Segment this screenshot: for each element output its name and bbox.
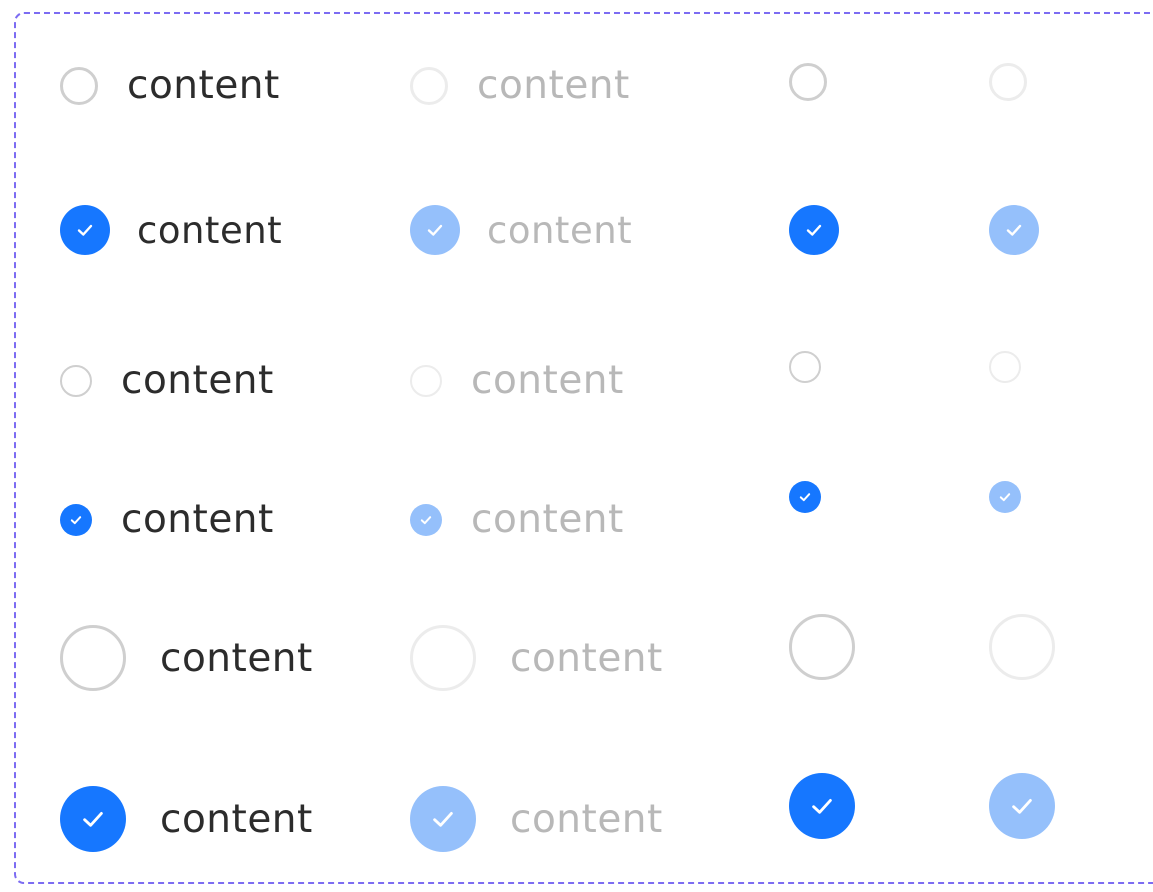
radio-circle [410, 364, 442, 397]
radio-option-xl-unchecked-disabled: content [410, 625, 663, 691]
radio-label: content [510, 796, 663, 842]
radio-option-lg-checked[interactable]: content [60, 205, 282, 255]
radio-circle [410, 66, 448, 105]
check-icon [1012, 799, 1032, 814]
radio-md-unchecked-disabled [989, 63, 1027, 101]
radio-circle [989, 614, 1055, 680]
check-icon [77, 224, 93, 236]
check-icon [806, 224, 822, 236]
radio-circle [410, 205, 460, 255]
radio-circle[interactable] [789, 351, 821, 383]
radio-xl-checked-disabled [989, 773, 1055, 839]
radio-circle[interactable] [60, 503, 92, 536]
radio-xl-checked[interactable] [789, 773, 855, 839]
radio-xl-unchecked[interactable] [789, 614, 855, 680]
radio-label: content [137, 208, 283, 252]
radio-circle [989, 351, 1021, 383]
radio-label: content [160, 796, 313, 842]
radio-circle[interactable] [60, 205, 110, 255]
radio-label: content [471, 497, 624, 542]
radio-circle[interactable] [789, 481, 821, 513]
component-frame [14, 12, 1153, 884]
radio-label: content [510, 635, 663, 681]
radio-lg-checked[interactable] [789, 205, 839, 255]
radio-label: content [160, 635, 313, 681]
radio-circle[interactable] [789, 773, 855, 839]
radio-label: content [487, 208, 633, 252]
radio-circle [989, 773, 1055, 839]
radio-circle [989, 481, 1021, 513]
radio-sm-checked-disabled [989, 481, 1021, 513]
radio-circle[interactable] [789, 63, 827, 101]
radio-option-sm-unchecked[interactable]: content [60, 358, 274, 403]
radio-label: content [477, 63, 630, 108]
radio-circle [989, 205, 1039, 255]
check-icon [433, 812, 453, 827]
radio-label: content [471, 358, 624, 403]
check-icon [999, 493, 1011, 502]
check-icon [70, 515, 82, 524]
radio-circle [410, 786, 476, 852]
check-icon [812, 799, 832, 814]
radio-circle[interactable] [60, 364, 92, 397]
radio-circle[interactable] [789, 614, 855, 680]
radio-label: content [121, 497, 274, 542]
check-icon [799, 493, 811, 502]
radio-circle [989, 63, 1027, 101]
radio-option-sm-checked[interactable]: content [60, 497, 274, 542]
radio-option-md-unchecked[interactable]: content [60, 63, 280, 108]
check-icon [83, 812, 103, 827]
radio-sm-unchecked[interactable] [789, 351, 821, 383]
radio-lg-checked-disabled [989, 205, 1039, 255]
radio-md-unchecked[interactable] [789, 63, 827, 101]
radio-option-sm-unchecked-disabled: content [410, 358, 624, 403]
radio-circle[interactable] [789, 205, 839, 255]
radio-circle [410, 503, 442, 536]
radio-circle [410, 625, 476, 691]
check-icon [1006, 224, 1022, 236]
radio-option-md-unchecked-disabled: content [410, 63, 630, 108]
radio-option-sm-checked-disabled: content [410, 497, 624, 542]
radio-label: content [121, 358, 274, 403]
check-icon [420, 515, 432, 524]
check-icon [427, 224, 443, 236]
radio-sm-unchecked-disabled [989, 351, 1021, 383]
radio-option-xl-unchecked[interactable]: content [60, 625, 313, 691]
radio-option-xl-checked[interactable]: content [60, 786, 313, 852]
radio-option-lg-checked-disabled: content [410, 205, 632, 255]
radio-label: content [127, 63, 280, 108]
radio-circle[interactable] [60, 66, 98, 105]
radio-option-xl-checked-disabled: content [410, 786, 663, 852]
radio-xl-unchecked-disabled [989, 614, 1055, 680]
radio-sm-checked[interactable] [789, 481, 821, 513]
radio-circle[interactable] [60, 625, 126, 691]
radio-circle[interactable] [60, 786, 126, 852]
